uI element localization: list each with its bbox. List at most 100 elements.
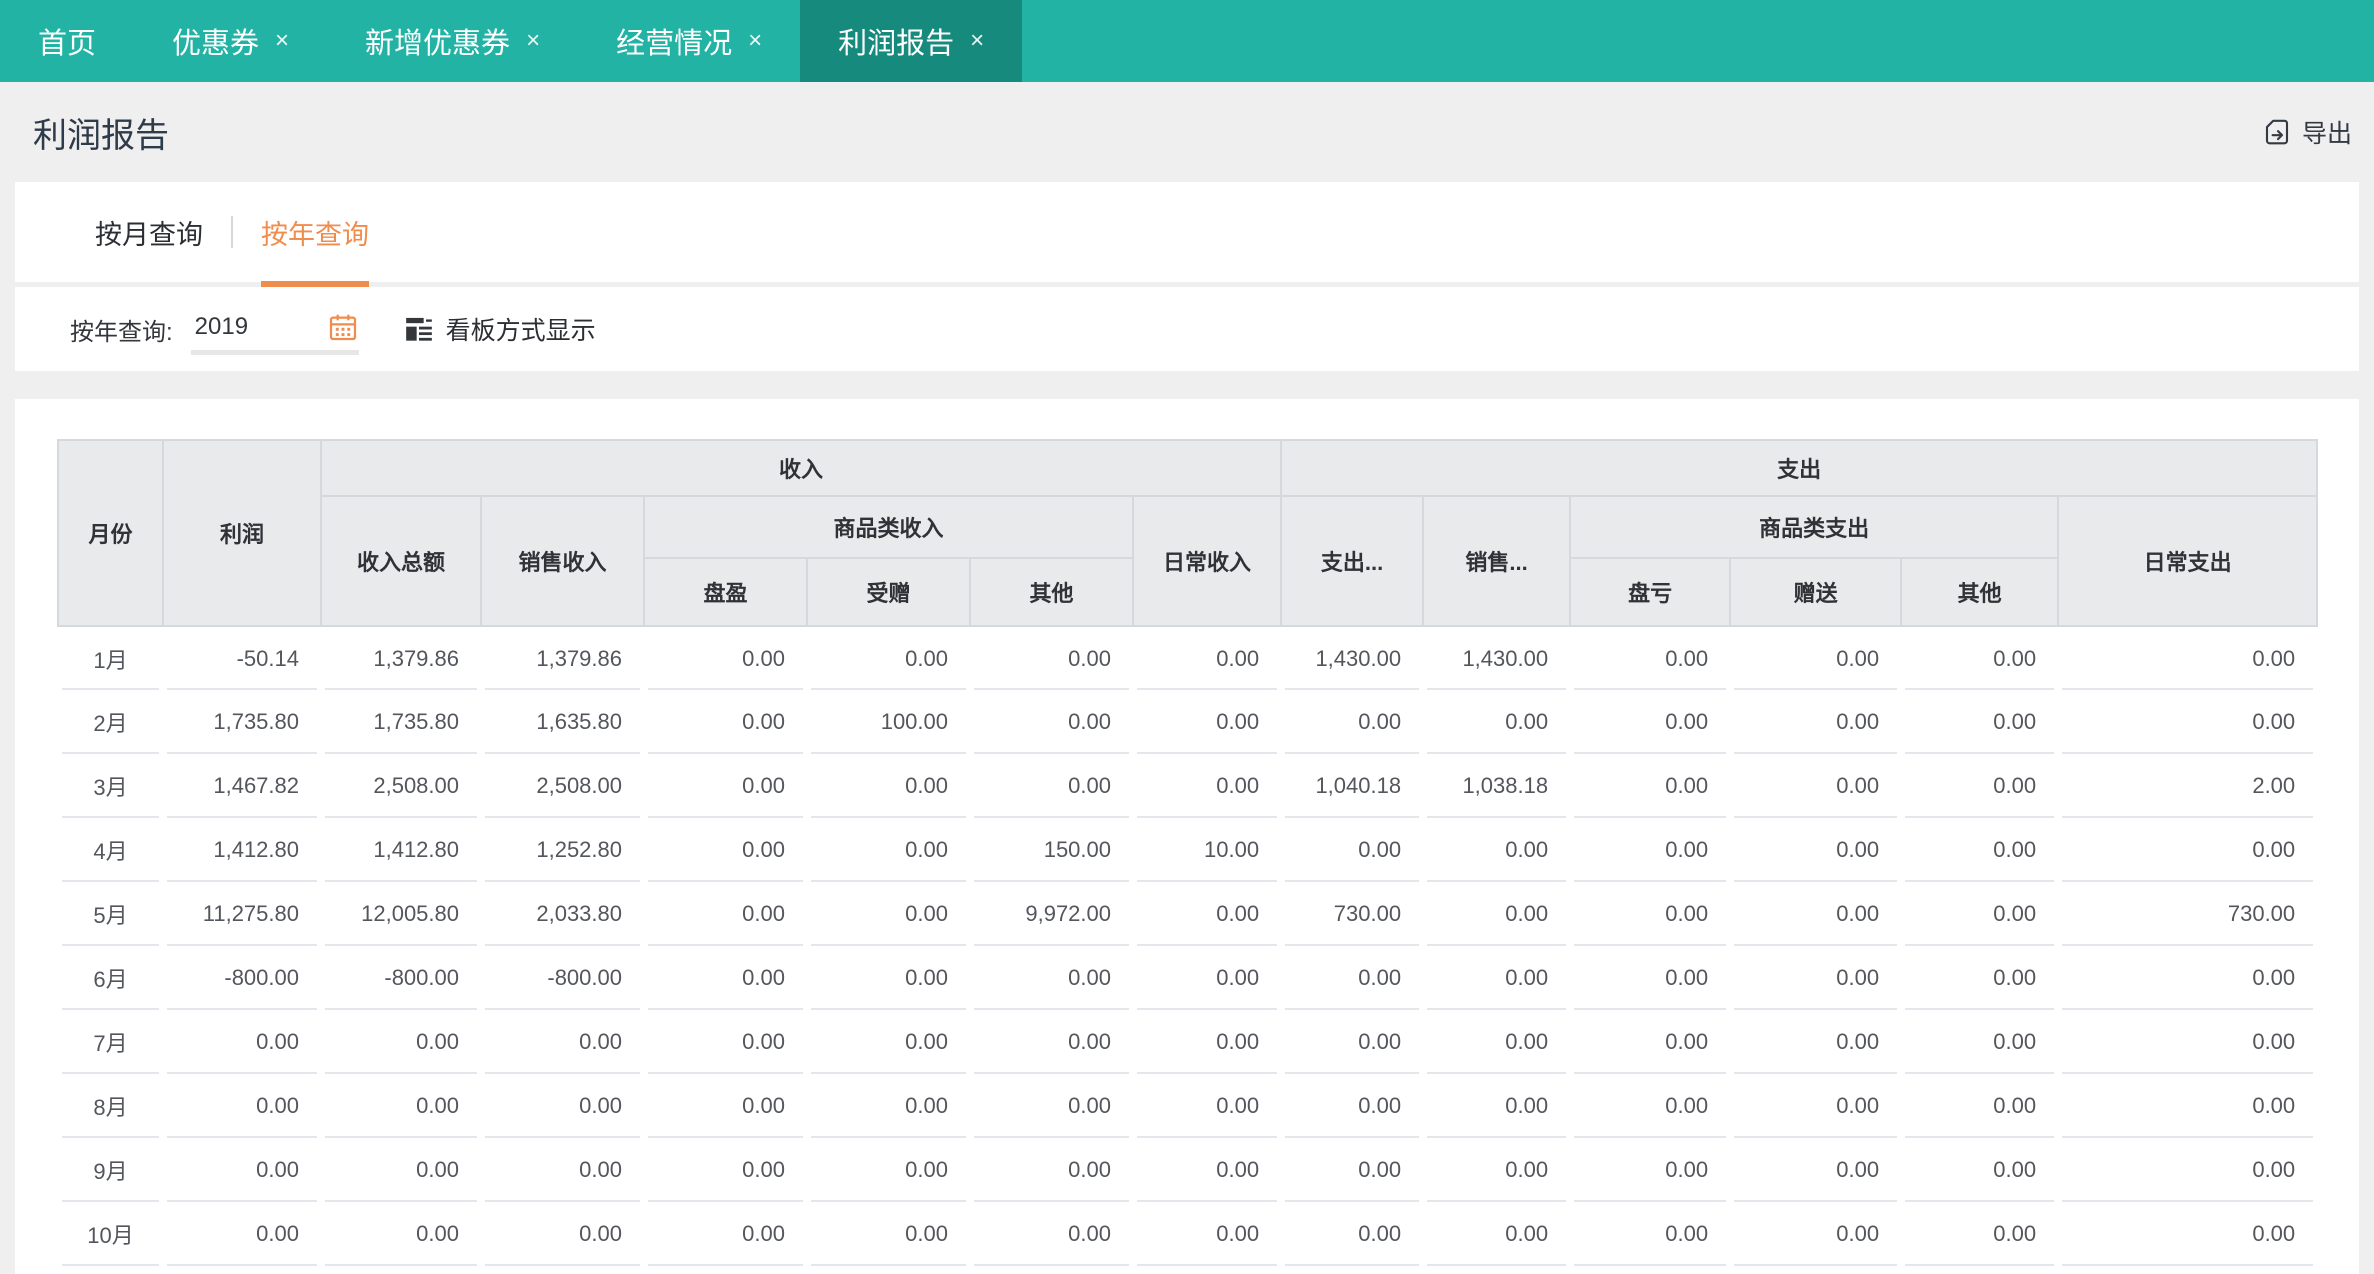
nav-tab-首页[interactable]: 首页 (0, 0, 134, 82)
table-row: 2月 1,735.80 1,735.80 1,635.80 0.00 100.00 0.00… (58, 690, 2318, 754)
page-header: 利润报告 导出 (0, 82, 2374, 182)
month-cell: 10月 (58, 1202, 163, 1266)
value-cell: 150.00 (970, 818, 1133, 882)
close-icon[interactable]: × (526, 29, 540, 53)
value-cell: 100.00 (807, 690, 970, 754)
value-cell: 0.00 (807, 1202, 970, 1266)
value-cell: 0.00 (2058, 1074, 2318, 1138)
value-cell: 0.00 (1133, 690, 1282, 754)
value-cell: 0.00 (644, 882, 807, 946)
value-cell: 0.00 (1133, 754, 1282, 818)
value-cell: 0.00 (1901, 882, 2059, 946)
value-cell: 0.00 (1423, 1202, 1571, 1266)
year-input[interactable]: 2019 (190, 303, 359, 355)
value-cell: 0.00 (807, 1010, 970, 1074)
nav-tab-新增优惠券[interactable]: 新增优惠券 × (327, 0, 578, 82)
value-cell: 0.00 (644, 1138, 807, 1202)
col-header-profit: 利润 (162, 439, 322, 627)
value-cell: 11,275.80 (163, 882, 321, 946)
tab-divider (231, 216, 233, 248)
value-cell: 0.00 (1133, 1010, 1282, 1074)
value-cell: 0.00 (1423, 946, 1571, 1010)
value-cell: 0.00 (1730, 946, 1902, 1010)
nav-tab-优惠券[interactable]: 优惠券 × (134, 0, 327, 82)
value-cell: 0.00 (644, 1074, 807, 1138)
value-cell: 0.00 (481, 1074, 644, 1138)
value-cell: 0.00 (644, 1010, 807, 1074)
value-cell: 0.00 (1901, 946, 2059, 1010)
value-cell: -800.00 (163, 946, 321, 1010)
month-cell: 1月 (58, 626, 163, 690)
value-cell: 0.00 (2058, 818, 2318, 882)
value-cell: 0.00 (321, 1010, 481, 1074)
table-row: 9月 0.00 0.00 0.00 0.00 0.00 0.00 0.00 0.00 0.00 0.… (58, 1138, 2318, 1202)
value-cell: 0.00 (1901, 1138, 2059, 1202)
value-cell: 1,412.80 (321, 818, 481, 882)
col-header-other-income: 其他 (969, 557, 1134, 627)
value-cell: 1,379.86 (481, 626, 644, 690)
value-cell: 0.00 (1730, 1202, 1902, 1266)
value-cell: 730.00 (1281, 882, 1424, 946)
page-title: 利润报告 (33, 116, 169, 155)
table-row: 4月 1,412.80 1,412.80 1,252.80 0.00 0.00 150.00… (58, 818, 2318, 882)
value-cell: 0.00 (644, 818, 807, 882)
col-header-other-expense: 其他 (1900, 557, 2060, 627)
board-view-label: 看板方式显示 (445, 317, 596, 345)
value-cell: 0.00 (1730, 1010, 1902, 1074)
value-cell: 1,735.80 (163, 690, 321, 754)
value-cell: 0.00 (1281, 1138, 1424, 1202)
board-view-icon (405, 315, 433, 343)
value-cell: 0.00 (321, 1202, 481, 1266)
export-button[interactable]: 导出 (2262, 114, 2352, 150)
value-cell: 0.00 (481, 1202, 644, 1266)
month-cell: 6月 (58, 946, 163, 1010)
value-cell: 0.00 (1423, 1010, 1571, 1074)
value-cell: 0.00 (321, 1074, 481, 1138)
value-cell: 0.00 (1133, 626, 1282, 690)
tab-yearly-query[interactable]: 按年查询 (261, 182, 369, 287)
value-cell: 0.00 (807, 946, 970, 1010)
col-header-month: 月份 (57, 439, 164, 627)
value-cell: 0.00 (1570, 1010, 1731, 1074)
value-cell: 0.00 (644, 1202, 807, 1266)
nav-tab-经营情况[interactable]: 经营情况 × (578, 0, 800, 82)
close-icon[interactable]: × (275, 29, 289, 53)
value-cell: 0.00 (1423, 882, 1571, 946)
value-cell: 1,379.86 (321, 626, 481, 690)
value-cell: 0.00 (1901, 754, 2059, 818)
calendar-icon[interactable] (327, 311, 359, 343)
export-label: 导出 (2301, 120, 2352, 148)
value-cell: 0.00 (1423, 818, 1571, 882)
value-cell: 0.00 (321, 1138, 481, 1202)
table-row: 10月 0.00 0.00 0.00 0.00 0.00 0.00 0.00 0.00 0.00 0… (58, 1202, 2318, 1266)
value-cell: 0.00 (1570, 626, 1731, 690)
close-icon[interactable]: × (748, 29, 762, 53)
table-row: 7月 0.00 0.00 0.00 0.00 0.00 0.00 0.00 0.00 0.00 0.… (58, 1010, 2318, 1074)
col-group-income: 收入 (319, 439, 1283, 497)
report-table-panel: 月份 利润 收入 支出 收入总额 销售收入 商品类收入 日常收入 支出... 销… (15, 399, 2359, 1274)
year-filter-label: 按年查询: (70, 318, 173, 346)
value-cell: 0.00 (1570, 1138, 1731, 1202)
value-cell: 0.00 (1281, 1010, 1424, 1074)
value-cell: 0.00 (1133, 1074, 1282, 1138)
value-cell: 0.00 (807, 754, 970, 818)
value-cell: 2,033.80 (481, 882, 644, 946)
table-row: 6月 -800.00 -800.00 -800.00 0.00 0.00 0.00 0.00 0… (58, 946, 2318, 1010)
value-cell: 1,635.80 (481, 690, 644, 754)
tab-monthly-query[interactable]: 按月查询 (95, 182, 203, 282)
value-cell: 0.00 (2058, 626, 2318, 690)
value-cell: 0.00 (1730, 690, 1902, 754)
value-cell: 0.00 (1901, 1010, 2059, 1074)
value-cell: 0.00 (163, 1074, 321, 1138)
value-cell: 0.00 (2058, 1202, 2318, 1266)
close-icon[interactable]: × (970, 29, 984, 53)
value-cell: 0.00 (1730, 882, 1902, 946)
nav-tab-利润报告[interactable]: 利润报告 × (800, 0, 1023, 82)
value-cell: 0.00 (1730, 626, 1902, 690)
filter-row: 按年查询: 2019 看板方式显示 (15, 287, 2359, 371)
value-cell: 0.00 (644, 626, 807, 690)
value-cell: 1,430.00 (1423, 626, 1571, 690)
board-view-toggle[interactable]: 看板方式显示 (405, 311, 596, 347)
value-cell: 0.00 (1730, 754, 1902, 818)
value-cell: 0.00 (481, 1138, 644, 1202)
